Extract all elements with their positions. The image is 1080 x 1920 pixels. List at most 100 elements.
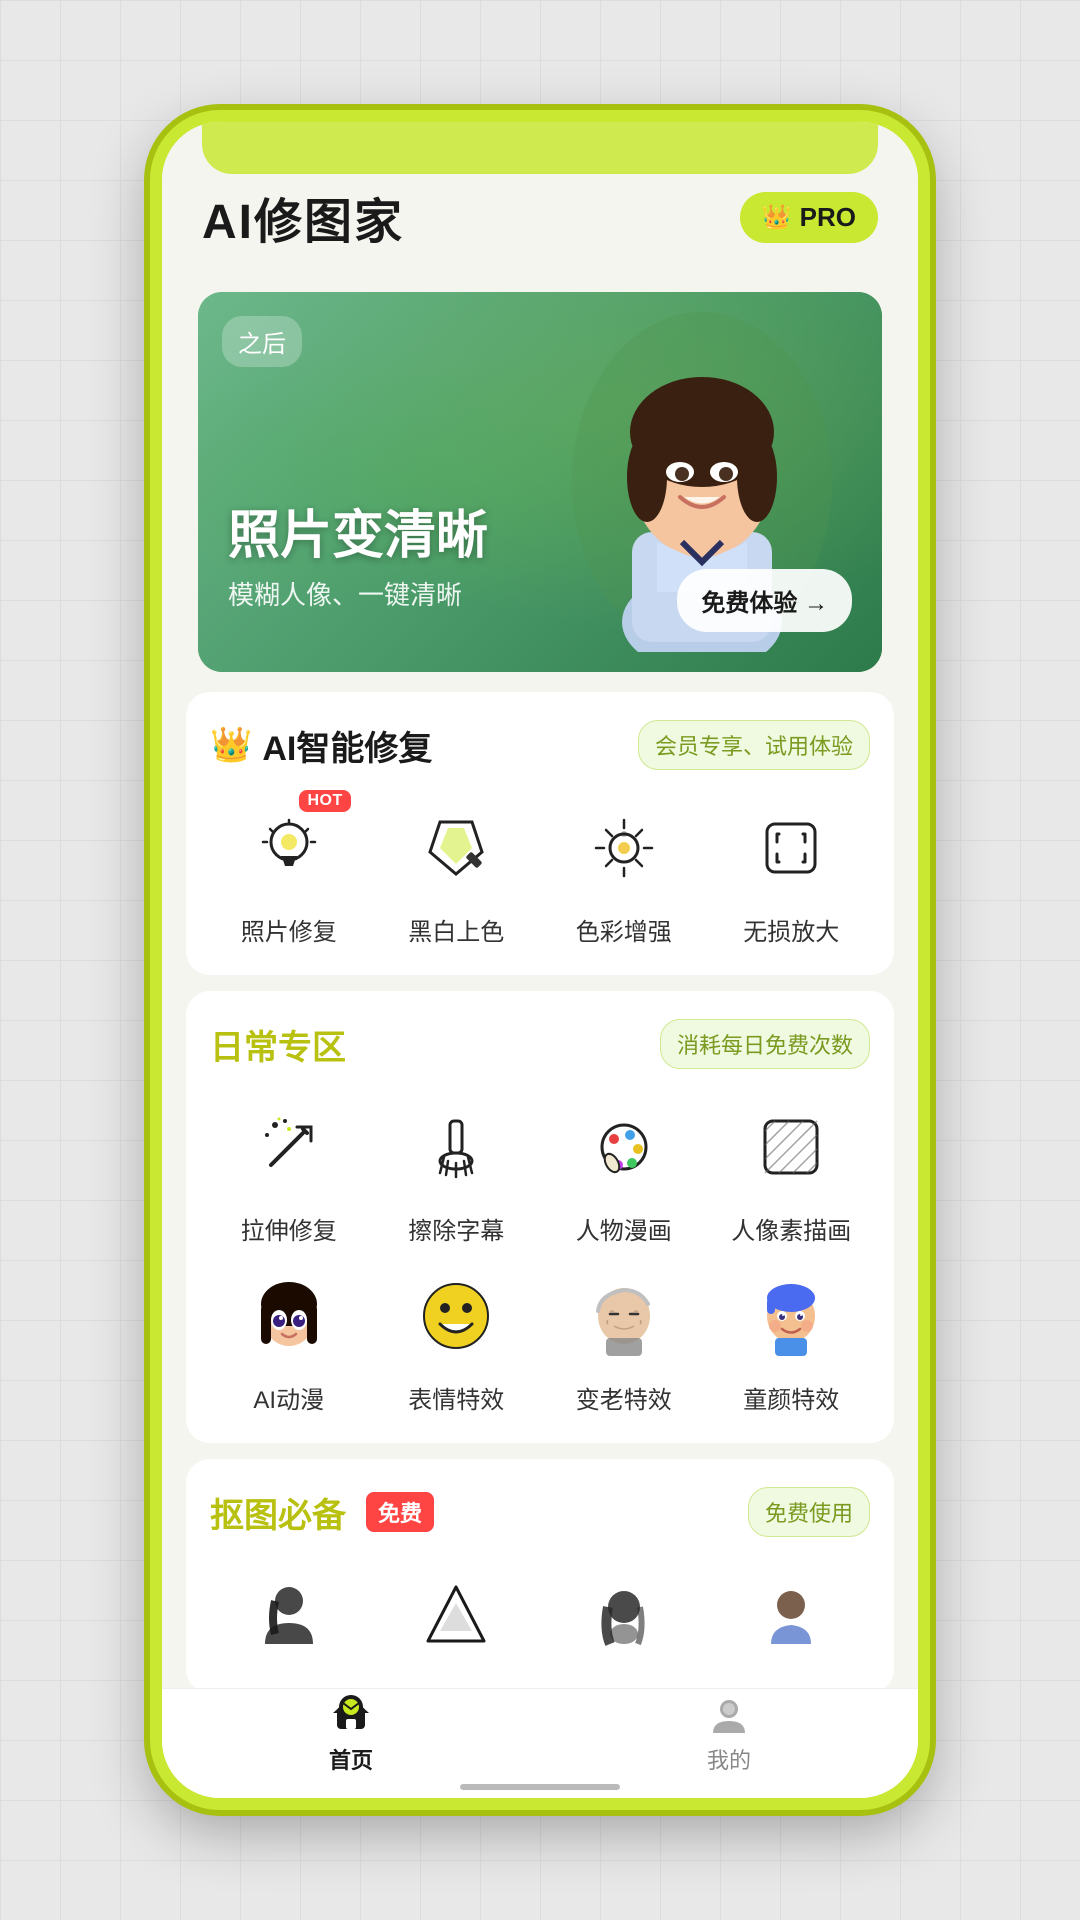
- phone-frame: AI修图家 👑 PRO: [150, 110, 930, 1810]
- daily-section: 日常专区 消耗每日免费次数: [186, 991, 894, 1443]
- lossless-zoom-item[interactable]: 无损放大: [713, 798, 871, 947]
- young-emoji: [746, 1271, 836, 1361]
- cutout-section: 抠图必备 免费 免费使用: [186, 1459, 894, 1693]
- young-effect-label: 童颜特效: [743, 1380, 839, 1415]
- photo-repair-item[interactable]: HOT 照片修复: [210, 798, 368, 947]
- ai-repair-title: 👑 AI智能修复: [210, 721, 432, 770]
- paint-icon: [420, 812, 492, 884]
- nav-home[interactable]: 首页: [162, 1693, 540, 1775]
- nav-profile[interactable]: 我的: [540, 1693, 918, 1775]
- cutout-icon-box-1: [239, 1565, 339, 1665]
- sketch-label: 人像素描画: [731, 1211, 851, 1246]
- cutout-icon-box-2: [406, 1565, 506, 1665]
- lossless-zoom-label: 无损放大: [743, 912, 839, 947]
- hair-icon: [588, 1579, 660, 1651]
- young-effect-item[interactable]: 童颜特效: [713, 1266, 871, 1415]
- expression-label: 表情特效: [408, 1380, 504, 1415]
- colorize-icon-box: [406, 798, 506, 898]
- smile-emoji: [411, 1271, 501, 1361]
- cutout-item-1[interactable]: [210, 1565, 368, 1665]
- hero-label: 之后: [222, 316, 302, 367]
- photo-repair-icon-box: HOT: [239, 798, 339, 898]
- old-effect-item[interactable]: 变老特效: [545, 1266, 703, 1415]
- nav-profile-label: 我的: [707, 1743, 751, 1775]
- home-icon: [329, 1693, 373, 1737]
- hero-title: 照片变清晰: [228, 505, 488, 567]
- person1-icon: [253, 1579, 325, 1651]
- scroll-area[interactable]: AI修图家 👑 PRO: [162, 122, 918, 1798]
- erase-caption-item[interactable]: 擦除字幕: [378, 1097, 536, 1246]
- expression-icon-box: [406, 1266, 506, 1366]
- anime-item[interactable]: AI动漫: [210, 1266, 368, 1415]
- anime-face-svg: [249, 1276, 329, 1356]
- nav-home-label: 首页: [329, 1743, 373, 1775]
- old-effect-label: 变老特效: [576, 1380, 672, 1415]
- crown-icon-2: 👑: [210, 725, 252, 765]
- shape-icon: [420, 1579, 492, 1651]
- photo-repair-label: 照片修复: [241, 912, 337, 947]
- daily-title: 日常专区: [210, 1020, 346, 1069]
- crown-icon: 👑: [762, 203, 792, 232]
- cutout-item-2[interactable]: [378, 1565, 536, 1665]
- cutout-grid: [210, 1565, 870, 1665]
- hot-badge: HOT: [299, 790, 350, 812]
- anime-icon-box: [239, 1266, 339, 1366]
- hero-subtitle: 模糊人像、一键清晰: [228, 575, 488, 612]
- young-face-svg: [751, 1276, 831, 1356]
- wand-icon: [253, 1111, 325, 1183]
- complex-icon: [755, 1579, 827, 1651]
- home-indicator: [460, 1784, 620, 1790]
- expand-icon: [755, 812, 827, 884]
- daily-header: 日常专区 消耗每日免费次数: [210, 1019, 870, 1069]
- hero-banner[interactable]: 之后 照片变清晰 模糊人像、一键清晰 免费体验 →: [198, 292, 882, 672]
- cartoon-item[interactable]: 人物漫画: [545, 1097, 703, 1246]
- smile-svg: [416, 1276, 496, 1356]
- colorize-item[interactable]: 黑白上色: [378, 798, 536, 947]
- young-effect-icon-box: [741, 1266, 841, 1366]
- cartoon-icon-box: [574, 1097, 674, 1197]
- cutout-icon-box-3: [574, 1565, 674, 1665]
- stretch-repair-item[interactable]: 拉伸修复: [210, 1097, 368, 1246]
- anime-label: AI动漫: [253, 1380, 324, 1415]
- header: AI修图家 👑 PRO: [162, 122, 918, 272]
- bottom-nav: 首页 我的: [162, 1688, 918, 1798]
- ai-repair-grid: HOT 照片修复 黑白上色: [210, 798, 870, 947]
- erase-caption-label: 擦除字幕: [408, 1211, 504, 1246]
- sketch-item[interactable]: 人像素描画: [713, 1097, 871, 1246]
- bulb-icon: [253, 812, 325, 884]
- palette-icon: [588, 1111, 660, 1183]
- user-icon: [707, 1693, 751, 1737]
- ai-repair-header: 👑 AI智能修复 会员专享、试用体验: [210, 720, 870, 770]
- color-enhance-item[interactable]: 色彩增强: [545, 798, 703, 947]
- color-enhance-icon-box: [574, 798, 674, 898]
- cutout-badge: 免费使用: [748, 1487, 870, 1537]
- daily-grid: 拉伸修复: [210, 1097, 870, 1415]
- sun-icon: [588, 812, 660, 884]
- anime-emoji: [244, 1271, 334, 1361]
- cutout-header: 抠图必备 免费 免费使用: [210, 1487, 870, 1537]
- lossless-zoom-icon-box: [741, 798, 841, 898]
- erase-caption-icon-box: [406, 1097, 506, 1197]
- old-emoji: [579, 1271, 669, 1361]
- cutout-item-3[interactable]: [545, 1565, 703, 1665]
- cutout-item-4[interactable]: [713, 1565, 871, 1665]
- stretch-repair-icon-box: [239, 1097, 339, 1197]
- stretch-repair-label: 拉伸修复: [241, 1211, 337, 1246]
- ai-repair-badge: 会员专享、试用体验: [638, 720, 870, 770]
- colorize-label: 黑白上色: [408, 912, 504, 947]
- cutout-title: 抠图必备 免费: [210, 1488, 434, 1537]
- pro-badge[interactable]: 👑 PRO: [740, 192, 878, 243]
- lines-icon: [755, 1111, 827, 1183]
- sketch-icon-box: [741, 1097, 841, 1197]
- hero-cta-button[interactable]: 免费体验 →: [677, 569, 852, 632]
- color-enhance-label: 色彩增强: [576, 912, 672, 947]
- free-badge: 免费: [366, 1492, 434, 1532]
- cartoon-label: 人物漫画: [576, 1211, 672, 1246]
- hero-text: 照片变清晰 模糊人像、一键清晰: [228, 505, 488, 612]
- ai-repair-section: 👑 AI智能修复 会员专享、试用体验: [186, 692, 894, 975]
- old-face-svg: [584, 1276, 664, 1356]
- brush-icon: [420, 1111, 492, 1183]
- pro-label: PRO: [800, 202, 856, 233]
- cutout-icon-box-4: [741, 1565, 841, 1665]
- expression-item[interactable]: 表情特效: [378, 1266, 536, 1415]
